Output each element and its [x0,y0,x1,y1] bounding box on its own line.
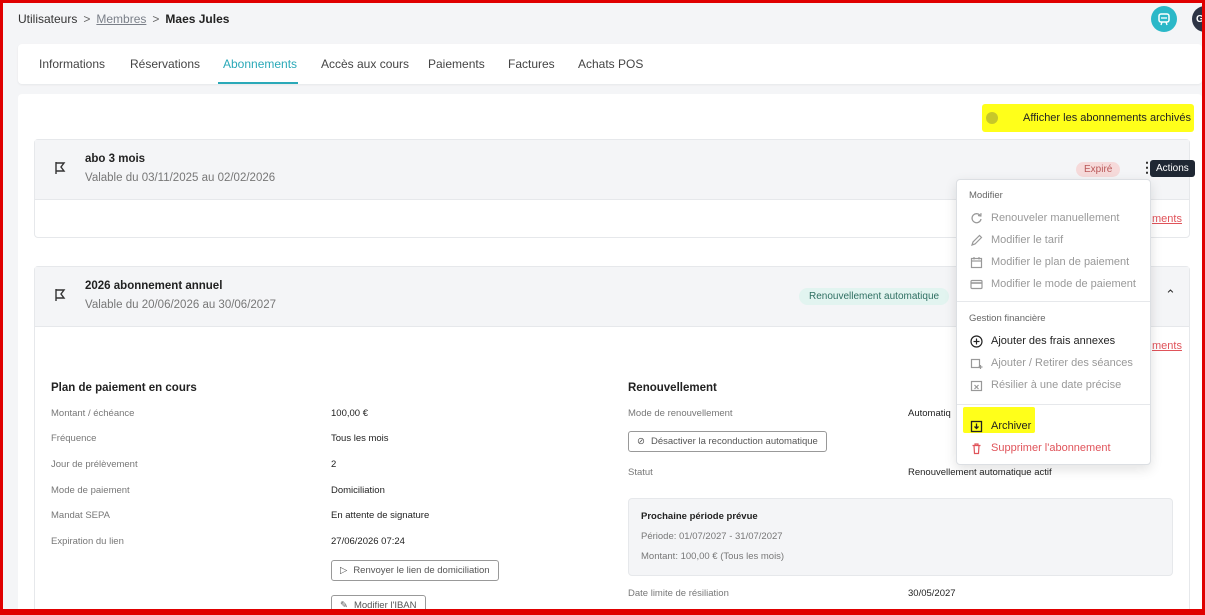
breadcrumb-root[interactable]: Utilisateurs [18,12,77,26]
cancel-deadline-value: 30/05/2027 [908,588,956,599]
calendar-x-icon [969,378,983,392]
subscription-validity: Valable du 03/11/2025 au 02/02/2026 [85,172,276,184]
subscription-validity: Valable du 20/06/2026 au 30/06/2027 [85,299,276,311]
tab-achats-pos[interactable]: Achats POS [578,57,643,71]
menu-edit-payment-plan[interactable]: Modifier le plan de paiement [969,252,1149,272]
menu-renew-manually[interactable]: Renouveler manuellement [969,208,1149,228]
plan-value: Tous les mois [331,433,389,444]
pencil-icon [969,233,983,247]
tab-abonnements[interactable]: Abonnements [223,57,297,71]
pencil-icon: ✎ [340,600,348,611]
refresh-icon [969,211,983,225]
renewal-status-label: Statut [628,467,653,478]
active-tab-indicator [218,82,298,84]
payment-plan-heading: Plan de paiement en cours [51,382,197,394]
menu-add-fees[interactable]: Ajouter des frais annexes [969,331,1149,351]
show-archived-label: Afficher les abonnements archivés [1023,112,1191,124]
breadcrumb-separator: > [83,12,91,26]
trash-icon [969,441,983,455]
plan-value: 27/06/2026 07:24 [331,536,405,547]
menu-item-label: Résilier à une date précise [991,379,1122,391]
no-refresh-icon: ⊘ [637,436,645,447]
menu-item-label: Renouveler manuellement [991,212,1120,224]
chevron-up-icon[interactable]: ⌃ [1165,287,1176,303]
menu-group-modify: Modifier [969,190,1003,201]
send-icon: ▷ [340,565,348,576]
subscription-title: abo 3 mois [85,153,146,165]
menu-divider [957,301,1150,302]
edit-iban-button[interactable]: ✎ Modifier l'IBAN [331,595,426,615]
tab-factures[interactable]: Factures [508,57,555,71]
toggle-switch[interactable] [986,112,998,124]
menu-item-label: Modifier le tarif [991,234,1064,246]
breadcrumb: Utilisateurs > Membres > Maes Jules [18,12,229,26]
menu-edit-rate[interactable]: Modifier le tarif [969,230,1149,250]
tab-reservations[interactable]: Réservations [130,57,200,71]
archive-icon [969,419,983,433]
edit-iban-label: Modifier l'IBAN [353,600,417,611]
menu-item-label: Modifier le plan de paiement [991,256,1130,268]
plan-label: Fréquence [51,433,97,444]
next-period-title: Prochaine période prévue [641,511,758,522]
card-link[interactable]: ments [1152,213,1182,225]
tab-bar: Informations Réservations Abonnements Ac… [18,44,1202,84]
menu-item-label: Ajouter des frais annexes [991,335,1116,347]
next-period-amount: Montant: 100,00 € (Tous les mois) [641,551,785,562]
plus-circle-icon [969,334,983,348]
breadcrumb-separator: > [152,12,160,26]
renewal-mode-value: Automatiq [908,408,951,419]
tab-informations[interactable]: Informations [39,57,105,71]
tab-acces-aux-cours[interactable]: Accès aux cours [321,57,409,71]
plan-label: Mode de paiement [51,485,130,496]
menu-divider [957,404,1150,405]
menu-delete-subscription[interactable]: Supprimer l'abonnement [969,438,1149,458]
actions-tooltip: Actions [1150,160,1195,177]
next-period-box: Prochaine période prévue Période: 01/07/… [628,498,1173,576]
calendar-plus-icon [969,356,983,370]
next-period-dates: Période: 01/07/2027 - 31/07/2027 [641,531,783,542]
menu-item-label: Modifier le mode de paiement [991,278,1136,290]
calendar-icon [969,255,983,269]
show-archived-toggle[interactable]: Afficher les abonnements archivés [982,104,1194,132]
menu-terminate-date[interactable]: Résilier à une date précise [969,375,1149,395]
plan-label: Expiration du lien [51,536,124,547]
plan-label: Montant / échéance [51,408,135,419]
subscription-title: 2026 abonnement annuel [85,280,223,292]
menu-item-label: Ajouter / Retirer des séances [991,357,1133,369]
cancel-deadline-label: Date limite de résiliation [628,588,729,599]
resend-link-label: Renvoyer le lien de domiciliation [353,565,490,576]
plan-label: Mandat SEPA [51,510,110,521]
status-badge: Expiré [1076,162,1121,177]
plan-value: En attente de signature [331,510,430,521]
plan-value: Domiciliation [331,485,385,496]
renewal-heading: Renouvellement [628,382,717,394]
renewal-status-value: Renouvellement automatique actif [908,467,1052,478]
disable-auto-renewal-button[interactable]: ⊘ Désactiver la reconduction automatique [628,431,827,452]
status-badge: Renouvellement automatique [799,288,950,305]
menu-archive[interactable]: Archiver [969,416,1149,436]
renewal-mode-label: Mode de renouvellement [628,408,733,419]
menu-item-label: Supprimer l'abonnement [991,442,1111,454]
chat-icon[interactable] [1151,6,1177,32]
menu-group-finance: Gestion financière [969,313,1046,324]
plan-label: Jour de prélèvement [51,459,138,470]
breadcrumb-members-link[interactable]: Membres [96,12,146,26]
credit-card-icon [969,277,983,291]
flag-icon [53,160,67,181]
breadcrumb-current: Maes Jules [165,12,230,26]
plan-value: 100,00 € [331,408,368,419]
menu-add-remove-sessions[interactable]: Ajouter / Retirer des séances [969,353,1149,373]
flag-icon [53,287,67,308]
card-link[interactable]: ments [1152,340,1182,352]
actions-menu: Modifier Renouveler manuellement Modifie… [956,179,1151,465]
plan-value: 2 [331,459,337,470]
disable-auto-renewal-label: Désactiver la reconduction automatique [650,436,818,447]
resend-link-button[interactable]: ▷ Renvoyer le lien de domiciliation [331,560,499,581]
avatar[interactable]: G [1192,6,1205,32]
menu-item-label: Archiver [991,420,1032,432]
menu-edit-payment-method[interactable]: Modifier le mode de paiement [969,274,1149,294]
tab-paiements[interactable]: Paiements [428,57,485,71]
